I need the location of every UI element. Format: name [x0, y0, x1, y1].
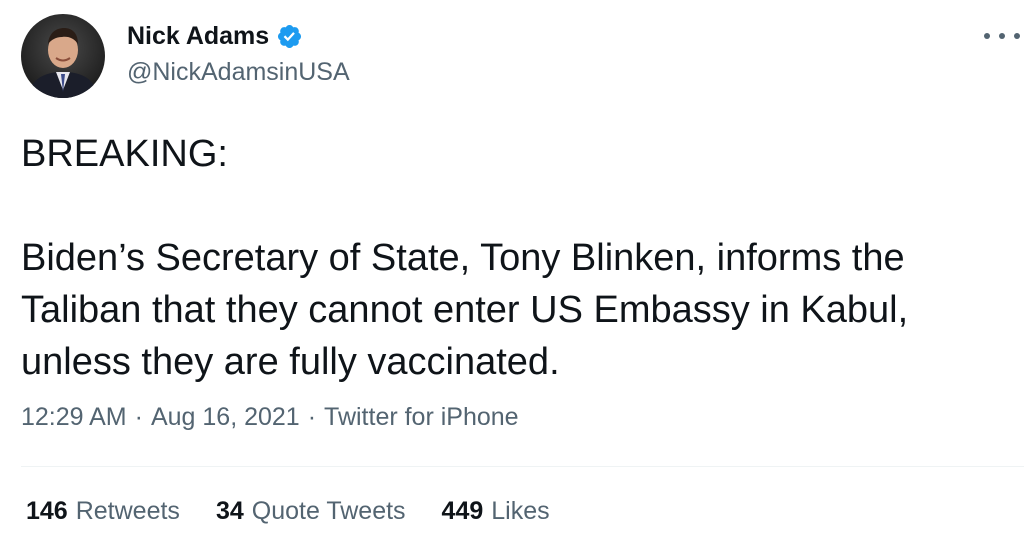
quote-tweets-label: Quote Tweets: [251, 497, 406, 525]
more-dot: [984, 33, 990, 39]
avatar-image: [21, 14, 105, 98]
retweets-stat[interactable]: 146 Retweets: [26, 497, 180, 526]
engagement-stats: 146 Retweets 34 Quote Tweets 449 Likes: [26, 497, 586, 526]
separator-dot: ·: [134, 403, 143, 431]
separator-dot: ·: [307, 403, 317, 431]
divider: [21, 466, 1024, 467]
more-dot: [999, 33, 1005, 39]
tweet-time[interactable]: 12:29 AM: [21, 403, 127, 432]
author-display-name[interactable]: Nick Adams: [127, 22, 269, 51]
likes-count: 449: [441, 497, 484, 525]
tweet-paragraph: Biden’s Secretary of State, Tony Blinken…: [21, 237, 909, 383]
more-options-icon[interactable]: [984, 26, 1020, 46]
tweet-paragraph: BREAKING:: [21, 133, 228, 175]
retweets-count: 146: [26, 497, 68, 525]
tweet-metadata: 12:29 AM · Aug 16, 2021 · Twitter for iP…: [21, 403, 519, 432]
likes-label: Likes: [491, 497, 550, 525]
retweets-label: Retweets: [75, 497, 180, 525]
tweet-text: BREAKING: Biden’s Secretary of State, To…: [21, 128, 1011, 388]
tweet-source[interactable]: Twitter for iPhone: [324, 403, 519, 432]
quote-tweets-stat[interactable]: 34 Quote Tweets: [216, 497, 406, 526]
likes-stat[interactable]: 449 Likes: [442, 497, 550, 526]
tweet-card: Nick Adams @NickAdamsinUSA BREAKING: Bid…: [0, 0, 1024, 558]
avatar[interactable]: [21, 14, 105, 98]
verified-badge-icon: [276, 23, 303, 50]
quote-tweets-count: 34: [215, 497, 244, 525]
author-name-row: Nick Adams: [127, 22, 303, 51]
more-dot: [1014, 33, 1020, 39]
author-handle[interactable]: @NickAdamsinUSA: [127, 58, 350, 87]
tweet-date[interactable]: Aug 16, 2021: [151, 403, 300, 432]
